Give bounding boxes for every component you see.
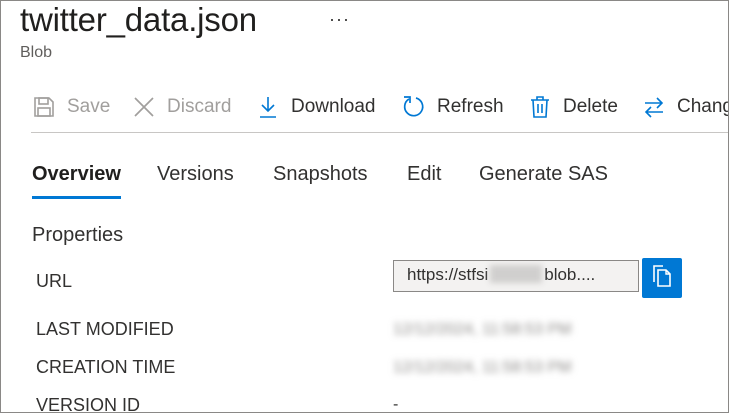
url-label: URL: [36, 271, 73, 291]
save-label: Save: [67, 96, 111, 117]
refresh-button[interactable]: Refresh: [401, 89, 504, 125]
properties-heading: Properties: [32, 224, 124, 246]
download-icon: [255, 94, 281, 120]
delete-button[interactable]: Delete: [527, 89, 618, 125]
copy-url-button[interactable]: [642, 258, 682, 298]
discard-label: Discard: [167, 96, 232, 117]
tab-generate-sas[interactable]: Generate SAS: [479, 163, 608, 196]
more-options-button[interactable]: ···: [329, 9, 350, 30]
refresh-label: Refresh: [437, 96, 504, 117]
swap-arrows-icon: [641, 94, 667, 120]
download-button[interactable]: Download: [255, 89, 376, 125]
tab-versions[interactable]: Versions: [157, 163, 234, 196]
last-modified-label: LAST MODIFIED: [36, 319, 174, 339]
url-field[interactable]: https://stfsi blob....: [393, 260, 639, 292]
last-modified-value: 12/12/2024, 11:58:53 PM: [393, 321, 572, 338]
version-id-label: VERSION ID: [36, 395, 141, 413]
version-id-value: -: [393, 396, 399, 413]
creation-time-value: 12/12/2024, 11:58:53 PM: [393, 359, 572, 376]
tab-snapshots[interactable]: Snapshots: [273, 163, 368, 196]
delete-label: Delete: [563, 96, 618, 117]
page-subtitle: Blob: [20, 44, 53, 61]
redacted-segment: [490, 265, 543, 283]
url-prefix: https://stfsi: [407, 265, 489, 284]
tab-edit[interactable]: Edit: [407, 163, 441, 196]
download-label: Download: [291, 96, 376, 117]
creation-time-label: CREATION TIME: [36, 357, 176, 377]
command-bar: Save Discard Download Refresh Delete Cha…: [31, 89, 729, 125]
save-icon: [31, 94, 57, 120]
refresh-icon: [401, 94, 427, 120]
change-label: Chang: [677, 96, 729, 117]
copy-icon: [651, 264, 673, 293]
page-title: twitter_data.json: [20, 1, 257, 38]
trash-icon: [527, 94, 553, 120]
url-suffix: blob....: [544, 265, 596, 284]
change-tier-button[interactable]: Chang: [641, 89, 729, 125]
close-icon: [131, 94, 157, 120]
tab-overview[interactable]: Overview: [32, 163, 121, 199]
discard-button[interactable]: Discard: [131, 89, 231, 125]
blob-overview-panel: twitter_data.json ··· Blob Save Discard: [0, 0, 729, 413]
save-button[interactable]: Save: [31, 89, 110, 125]
toolbar-divider: [31, 132, 728, 133]
